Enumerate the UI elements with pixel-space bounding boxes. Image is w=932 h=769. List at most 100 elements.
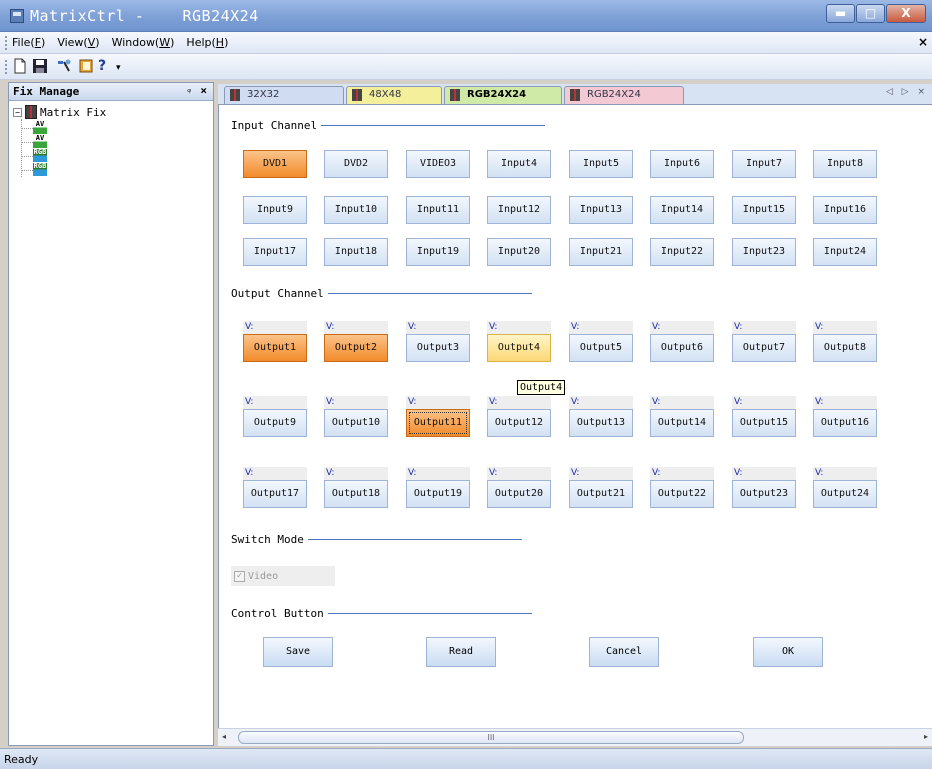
ok-button[interactable]: OK — [753, 637, 823, 667]
output-button-12[interactable]: Output12 — [487, 409, 551, 437]
output-button-3[interactable]: Output3 — [406, 334, 470, 362]
matrix-device-icon — [25, 105, 37, 119]
input-button-6[interactable]: Input6 — [650, 150, 714, 178]
output-button-9[interactable]: Output9 — [243, 409, 307, 437]
minimize-button[interactable]: ▬ — [826, 4, 855, 23]
save-disk-icon[interactable] — [32, 58, 48, 74]
tab-48x48-1[interactable]: 48X48 — [346, 86, 442, 104]
input-button-9[interactable]: Input9 — [243, 196, 307, 224]
output-button-1[interactable]: Output1 — [243, 334, 307, 362]
output-button-13[interactable]: Output13 — [569, 409, 633, 437]
scroll-right-arrow[interactable]: ▸ — [924, 732, 928, 741]
output-button-23[interactable]: Output23 — [732, 480, 796, 508]
input-button-20[interactable]: Input20 — [487, 238, 551, 266]
input-button-13[interactable]: Input13 — [569, 196, 633, 224]
new-document-icon[interactable] — [12, 58, 28, 74]
input-button-5[interactable]: Input5 — [569, 150, 633, 178]
menu-item-v[interactable]: View(V) — [57, 36, 99, 49]
tab-rgb24x24-2[interactable]: RGB24X24 — [444, 86, 562, 104]
output-button-4[interactable]: Output4 — [487, 334, 551, 362]
output-button-2[interactable]: Output2 — [324, 334, 388, 362]
input-button-7[interactable]: Input7 — [732, 150, 796, 178]
output-button-6[interactable]: Output6 — [650, 334, 714, 362]
mdi-close-button[interactable]: × — [918, 35, 928, 49]
output-button-10[interactable]: Output10 — [324, 409, 388, 437]
scroll-left-arrow[interactable]: ◂ — [222, 732, 226, 741]
input-button-1[interactable]: DVD1 — [243, 150, 307, 178]
horizontal-scrollbar[interactable]: ◂ III ▸ — [218, 728, 932, 746]
input-button-12[interactable]: Input12 — [487, 196, 551, 224]
matrix-tab-icon — [230, 89, 240, 101]
input-button-8[interactable]: Input8 — [813, 150, 877, 178]
tree-item-av[interactable]: AV — [21, 135, 53, 149]
book-icon[interactable] — [78, 58, 94, 74]
tools-icon[interactable] — [56, 58, 72, 74]
output-button-5[interactable]: Output5 — [569, 334, 633, 362]
help-question-icon[interactable]: ? — [98, 58, 114, 74]
menu-grip — [5, 36, 7, 50]
video-checkbox[interactable]: ✓ — [234, 570, 245, 582]
input-button-21[interactable]: Input21 — [569, 238, 633, 266]
input-button-22[interactable]: Input22 — [650, 238, 714, 266]
output-button-20[interactable]: Output20 — [487, 480, 551, 508]
output-button-14[interactable]: Output14 — [650, 409, 714, 437]
tree-connector — [21, 128, 33, 129]
output-button-17[interactable]: Output17 — [243, 480, 307, 508]
input-button-10[interactable]: Input10 — [324, 196, 388, 224]
output-channel-title: Output Channel — [231, 287, 324, 300]
tree-item-av[interactable]: AV — [21, 121, 53, 135]
input-button-19[interactable]: Input19 — [406, 238, 470, 266]
output-video-label: V: — [650, 396, 714, 409]
switch-mode-group: Switch Mode — [231, 533, 522, 546]
maximize-button[interactable]: □ — [856, 4, 885, 23]
output-button-11[interactable]: Output11 — [406, 409, 470, 437]
input-button-17[interactable]: Input17 — [243, 238, 307, 266]
input-button-23[interactable]: Input23 — [732, 238, 796, 266]
tab-scroll-arrows[interactable]: ◁ ▷ × — [886, 87, 928, 97]
input-button-3[interactable]: VIDEO3 — [406, 150, 470, 178]
output-button-15[interactable]: Output15 — [732, 409, 796, 437]
input-button-4[interactable]: Input4 — [487, 150, 551, 178]
input-button-24[interactable]: Input24 — [813, 238, 877, 266]
read-button[interactable]: Read — [426, 637, 496, 667]
output-button-7[interactable]: Output7 — [732, 334, 796, 362]
tree-item-rgb[interactable]: RGB — [21, 163, 53, 177]
output-video-label: V: — [813, 321, 877, 334]
tree-root-matrix-fix[interactable]: − Matrix Fix — [13, 105, 106, 119]
input-button-15[interactable]: Input15 — [732, 196, 796, 224]
menu-item-f[interactable]: File(F) — [12, 36, 45, 49]
output-button-22[interactable]: Output22 — [650, 480, 714, 508]
output-video-label: V: — [650, 321, 714, 334]
output-button-18[interactable]: Output18 — [324, 480, 388, 508]
output-button-24[interactable]: Output24 — [813, 480, 877, 508]
tab-32x32-0[interactable]: 32X32 — [224, 86, 344, 104]
menu-item-h[interactable]: Help(H) — [186, 36, 228, 49]
output-button-16[interactable]: Output16 — [813, 409, 877, 437]
input-button-14[interactable]: Input14 — [650, 196, 714, 224]
tree-item-rgb[interactable]: RGB — [21, 149, 53, 163]
cancel-button[interactable]: Cancel — [589, 637, 659, 667]
input-button-18[interactable]: Input18 — [324, 238, 388, 266]
tree-collapse-icon[interactable]: − — [13, 107, 22, 117]
window-controls: ▬ □ X — [826, 4, 926, 23]
status-bar: Ready — [0, 748, 932, 769]
output-button-21[interactable]: Output21 — [569, 480, 633, 508]
menu-item-w[interactable]: Window(W) — [112, 36, 175, 49]
input-button-2[interactable]: DVD2 — [324, 150, 388, 178]
input-button-16[interactable]: Input16 — [813, 196, 877, 224]
output-button-8[interactable]: Output8 — [813, 334, 877, 362]
output-video-label: V: — [569, 467, 633, 480]
scroll-thumb[interactable]: III — [238, 731, 744, 744]
tree-connector — [21, 142, 33, 143]
output-video-label: V: — [487, 467, 551, 480]
video-checkbox-row[interactable]: ✓ Video — [231, 566, 335, 586]
output-button-19[interactable]: Output19 — [406, 480, 470, 508]
tab-rgb24x24-3[interactable]: RGB24X24 — [564, 86, 684, 104]
close-button[interactable]: X — [886, 4, 926, 23]
save-button[interactable]: Save — [263, 637, 333, 667]
input-button-11[interactable]: Input11 — [406, 196, 470, 224]
pin-icon[interactable]: ᵠ — [187, 85, 191, 98]
panel-close-icon[interactable]: × — [200, 84, 207, 97]
window-title-bar[interactable]: MatrixCtrl - RGB24X24 ▬ □ X — [0, 0, 932, 32]
toolbar-overflow-icon[interactable]: ▾ — [116, 58, 132, 74]
